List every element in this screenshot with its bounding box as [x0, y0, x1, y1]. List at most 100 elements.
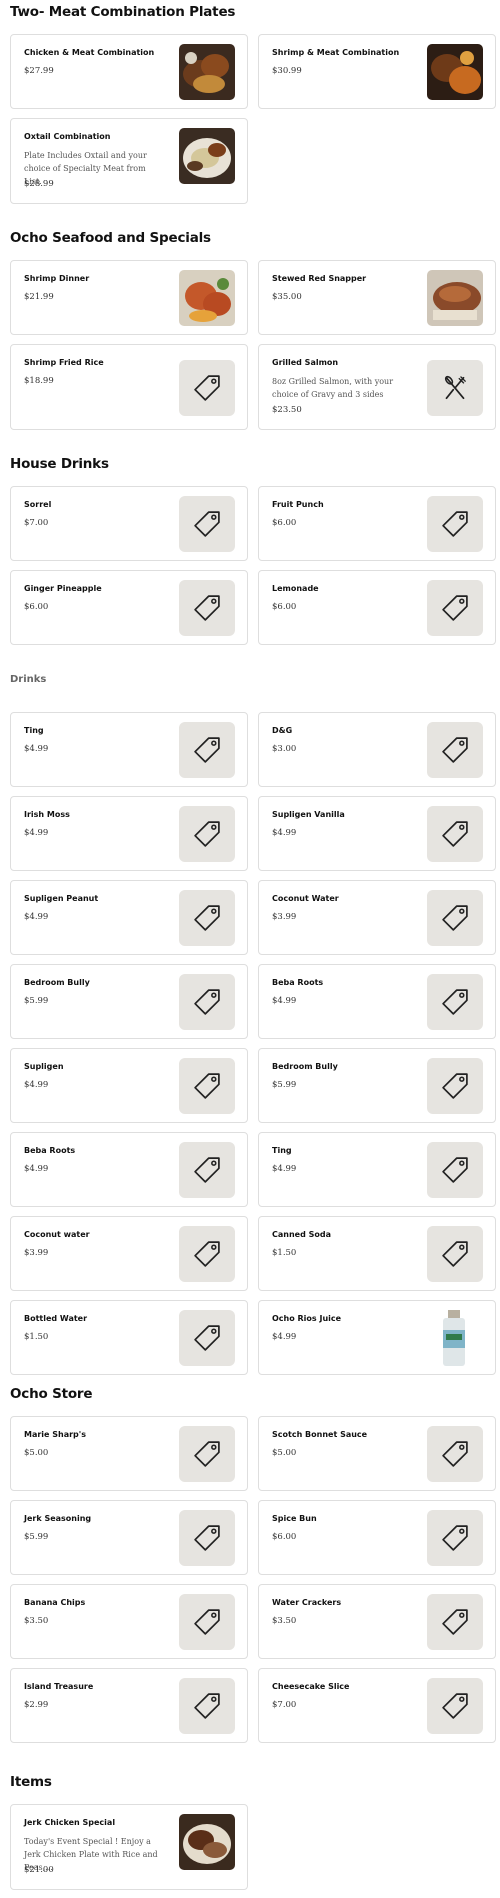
menu-item-card[interactable]: Stewed Red Snapper $35.00 — [258, 260, 496, 335]
item-name: D&G — [272, 726, 293, 735]
menu-item-card[interactable]: Marie Sharp's $5.00 — [10, 1416, 248, 1491]
placeholder-thumbnail — [427, 360, 483, 416]
item-name: Bedroom Bully — [24, 978, 90, 987]
section-title-drinks: Drinks — [10, 674, 47, 685]
placeholder-thumbnail — [427, 722, 483, 778]
menu-item-card[interactable]: Jerk Chicken Special Today's Event Speci… — [10, 1804, 248, 1890]
menu-item-card[interactable]: Coconut water $3.99 — [10, 1216, 248, 1291]
item-name: Oxtail Combination — [24, 132, 111, 141]
item-name: Shrimp Fried Rice — [24, 358, 104, 367]
placeholder-thumbnail — [427, 1142, 483, 1198]
item-price: $6.00 — [272, 602, 297, 612]
item-name: Fruit Punch — [272, 500, 324, 509]
item-name: Chicken & Meat Combination — [24, 48, 155, 57]
menu-item-card[interactable]: Ginger Pineapple $6.00 — [10, 570, 248, 645]
item-price: $1.50 — [272, 1248, 297, 1258]
item-price: $4.99 — [272, 828, 297, 838]
price-tag-icon — [190, 1237, 224, 1271]
section-title-items: Items — [10, 1774, 52, 1790]
item-name: Supligen Peanut — [24, 894, 99, 903]
placeholder-thumbnail — [179, 806, 235, 862]
price-tag-icon — [438, 733, 472, 767]
placeholder-thumbnail — [179, 1226, 235, 1282]
menu-item-card[interactable]: Ting $4.99 — [10, 712, 248, 787]
item-name: Spice Bun — [272, 1514, 317, 1523]
item-name: Ginger Pineapple — [24, 584, 102, 593]
menu-item-card[interactable]: Supligen Peanut $4.99 — [10, 880, 248, 955]
item-price: $21.00 — [24, 1865, 54, 1875]
price-tag-icon — [190, 985, 224, 1019]
section-title-house-drinks: House Drinks — [10, 456, 109, 472]
menu-item-card[interactable]: Oxtail Combination Plate Includes Oxtail… — [10, 118, 248, 204]
price-tag-icon — [438, 817, 472, 851]
item-name: Jerk Chicken Special — [24, 1818, 116, 1827]
item-price: $21.99 — [24, 292, 54, 302]
menu-item-card[interactable]: Beba Roots $4.99 — [258, 964, 496, 1039]
placeholder-thumbnail — [427, 1510, 483, 1566]
menu-item-card[interactable]: Shrimp Fried Rice $18.99 — [10, 344, 248, 430]
menu-item-card[interactable]: Beba Roots $4.99 — [10, 1132, 248, 1207]
menu-item-card[interactable]: Shrimp Dinner $21.99 — [10, 260, 248, 335]
item-price: $3.99 — [24, 1248, 49, 1258]
menu-item-card[interactable]: Lemonade $6.00 — [258, 570, 496, 645]
menu-item-card[interactable]: Jerk Seasoning $5.99 — [10, 1500, 248, 1575]
price-tag-icon — [190, 1069, 224, 1103]
placeholder-thumbnail — [179, 974, 235, 1030]
menu-item-card[interactable]: Ting $4.99 — [258, 1132, 496, 1207]
menu-item-card[interactable]: Supligen Vanilla $4.99 — [258, 796, 496, 871]
item-name: Ocho Rios Juice — [272, 1314, 342, 1323]
menu-item-card[interactable]: Banana Chips $3.50 — [10, 1584, 248, 1659]
item-price: $27.99 — [24, 66, 54, 76]
item-price: $4.99 — [24, 744, 49, 754]
menu-item-card[interactable]: Supligen $4.99 — [10, 1048, 248, 1123]
item-name: Beba Roots — [272, 978, 324, 987]
item-price: $5.00 — [24, 1448, 49, 1458]
menu-item-card[interactable]: Spice Bun $6.00 — [258, 1500, 496, 1575]
placeholder-thumbnail — [179, 1310, 235, 1366]
menu-item-card[interactable]: Coconut Water $3.99 — [258, 880, 496, 955]
item-price: $18.99 — [24, 376, 54, 386]
price-tag-icon — [438, 985, 472, 1019]
item-name: Coconut water — [24, 1230, 90, 1239]
placeholder-thumbnail — [427, 580, 483, 636]
placeholder-thumbnail — [179, 1058, 235, 1114]
placeholder-thumbnail — [179, 1510, 235, 1566]
menu-item-card[interactable]: Ocho Rios Juice $4.99 — [258, 1300, 496, 1375]
food-photo — [179, 270, 235, 326]
menu-item-card[interactable]: Scotch Bonnet Sauce $5.00 — [258, 1416, 496, 1491]
item-name: Ting — [272, 1146, 292, 1155]
item-name: Grilled Salmon — [272, 358, 339, 367]
menu-item-card[interactable]: Bottled Water $1.50 — [10, 1300, 248, 1375]
menu-item-card[interactable]: Shrimp & Meat Combination $30.99 — [258, 34, 496, 109]
menu-item-card[interactable]: Island Treasure $2.99 — [10, 1668, 248, 1743]
item-price: $23.50 — [272, 405, 302, 415]
menu-item-card[interactable]: Canned Soda $1.50 — [258, 1216, 496, 1291]
placeholder-thumbnail — [179, 360, 235, 416]
section-title-seafood: Ocho Seafood and Specials — [10, 230, 211, 246]
price-tag-icon — [438, 1521, 472, 1555]
menu-item-card[interactable]: D&G $3.00 — [258, 712, 496, 787]
menu-item-card[interactable]: Chicken & Meat Combination $27.99 — [10, 34, 248, 109]
menu-item-card[interactable]: Irish Moss $4.99 — [10, 796, 248, 871]
item-name: Lemonade — [272, 584, 319, 593]
menu-item-card[interactable]: Grilled Salmon 8oz Grilled Salmon, with … — [258, 344, 496, 430]
menu-item-card[interactable]: Fruit Punch $6.00 — [258, 486, 496, 561]
section-title-store: Ocho Store — [10, 1386, 93, 1402]
menu-item-card[interactable]: Bedroom Bully $5.99 — [258, 1048, 496, 1123]
price-tag-icon — [190, 591, 224, 625]
price-tag-icon — [190, 1321, 224, 1355]
item-name: Shrimp & Meat Combination — [272, 48, 400, 57]
menu-item-card[interactable]: Water Crackers $3.50 — [258, 1584, 496, 1659]
item-name: Stewed Red Snapper — [272, 274, 367, 283]
item-price: $7.00 — [272, 1700, 297, 1710]
item-name: Cheesecake Slice — [272, 1682, 350, 1691]
item-description: 8oz Grilled Salmon, with your choice of … — [272, 377, 394, 399]
price-tag-icon — [190, 733, 224, 767]
menu-item-card[interactable]: Cheesecake Slice $7.00 — [258, 1668, 496, 1743]
section-title-two-meat: Two- Meat Combination Plates — [10, 4, 236, 20]
item-price: $4.99 — [24, 1164, 49, 1174]
placeholder-thumbnail — [427, 806, 483, 862]
menu-item-card[interactable]: Sorrel $7.00 — [10, 486, 248, 561]
item-price: $6.00 — [24, 602, 49, 612]
menu-item-card[interactable]: Bedroom Bully $5.99 — [10, 964, 248, 1039]
